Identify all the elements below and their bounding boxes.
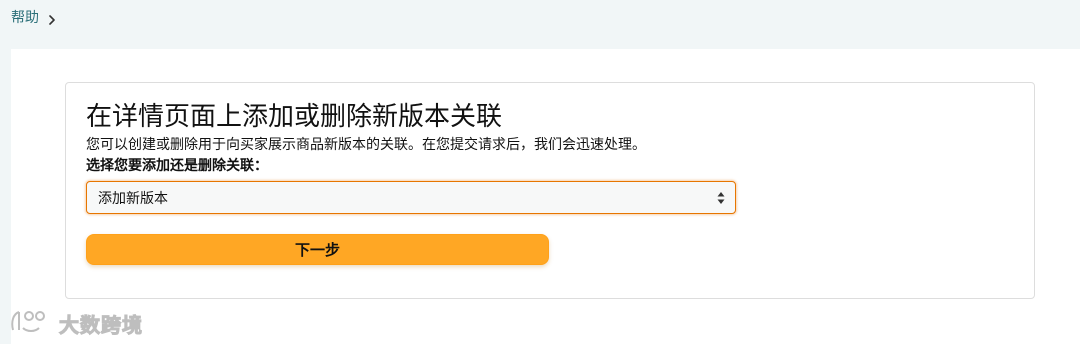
- page-description: 您可以创建或删除用于向买家展示商品新版本的关联。在您提交请求后，我们会迅速处理。: [86, 136, 646, 152]
- breadcrumb: 帮助: [11, 7, 57, 27]
- select-value: 添加新版本: [98, 190, 168, 206]
- select-label: 选择您要添加还是删除关联：: [86, 157, 268, 173]
- page: 帮助 在详情页面上添加或删除新版本关联 您可以创建或删除用于向买家展示商品新版本…: [0, 0, 1080, 344]
- association-type-select[interactable]: 添加新版本: [86, 181, 736, 214]
- next-button[interactable]: 下一步: [86, 234, 549, 265]
- breadcrumb-link-help[interactable]: 帮助: [11, 7, 39, 27]
- content-area: 在详情页面上添加或删除新版本关联 您可以创建或删除用于向买家展示商品新版本的关联…: [11, 49, 1080, 344]
- chevron-right-icon: [47, 12, 57, 25]
- sort-arrows-icon: [717, 191, 725, 205]
- watermark: 大数跨境: [9, 309, 143, 337]
- form-card: 在详情页面上添加或删除新版本关联 您可以创建或删除用于向买家展示商品新版本的关联…: [65, 82, 1035, 299]
- page-title: 在详情页面上添加或删除新版本关联: [86, 101, 503, 131]
- watermark-text: 大数跨境: [59, 314, 143, 337]
- brand-logo-icon: [9, 308, 55, 339]
